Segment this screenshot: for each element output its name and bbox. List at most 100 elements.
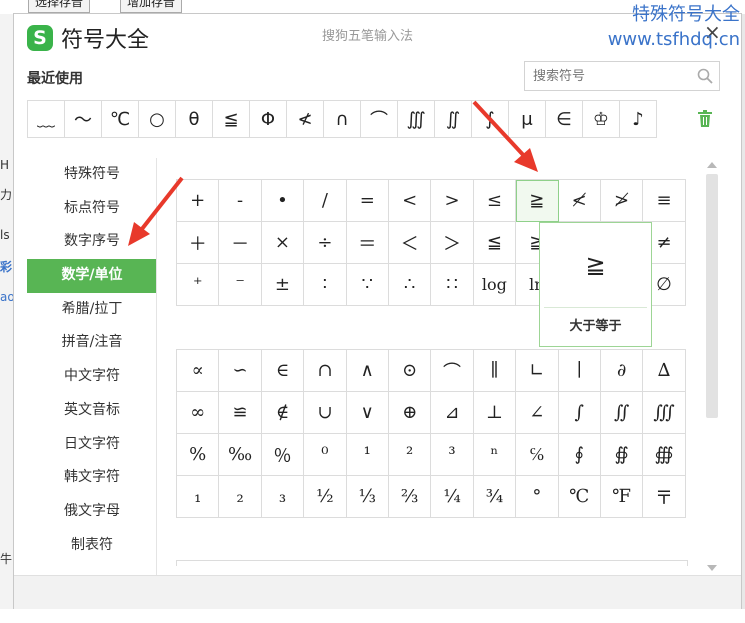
symbol-cell[interactable]: ₁ <box>177 476 220 518</box>
symbol-cell[interactable]: / <box>304 180 347 222</box>
search-icon[interactable] <box>697 68 713 84</box>
symbol-cell[interactable]: ⁻ <box>219 264 262 306</box>
symbol-cell[interactable]: • <box>261 180 305 222</box>
symbol-cell[interactable]: ⌒ <box>431 350 474 392</box>
symbol-cell[interactable]: ² <box>388 434 432 476</box>
symbol-cell[interactable]: ≯ <box>600 180 644 222</box>
background-button-1[interactable]: 选择存音 <box>28 0 91 13</box>
symbol-cell[interactable]: ≦ <box>473 222 517 264</box>
recent-symbol-cell[interactable]: ℃ <box>101 100 139 138</box>
symbol-cell[interactable]: ₂ <box>219 476 262 518</box>
symbol-cell[interactable]: ∽ <box>219 350 262 392</box>
recent-symbol-cell[interactable]: ⌒ <box>360 100 398 138</box>
symbol-cell[interactable]: ± <box>261 264 305 306</box>
symbol-cell[interactable]: ∮ <box>558 434 601 476</box>
symbol-cell[interactable]: ∥ <box>473 350 517 392</box>
symbol-cell[interactable]: － <box>219 222 262 264</box>
category-item[interactable]: 制表符 <box>27 529 157 563</box>
symbol-cell[interactable]: ‰ <box>219 434 262 476</box>
symbol-cell[interactable]: ∈ <box>261 350 305 392</box>
symbol-cell[interactable]: ∫ <box>558 392 601 434</box>
symbol-cell[interactable]: ≌ <box>219 392 262 434</box>
symbol-cell[interactable]: ∬ <box>600 392 644 434</box>
symbol-cell[interactable]: ½ <box>304 476 347 518</box>
category-item[interactable]: 韩文字符 <box>27 461 157 495</box>
symbol-cell[interactable]: ¼ <box>431 476 474 518</box>
symbol-cell[interactable]: % <box>177 434 220 476</box>
symbol-cell[interactable]: ⅓ <box>346 476 389 518</box>
symbol-cell[interactable]: < <box>388 180 432 222</box>
symbol-cell[interactable]: ∠ <box>516 392 559 434</box>
symbol-cell[interactable]: × <box>261 222 305 264</box>
search-box[interactable] <box>524 61 720 91</box>
symbol-cell[interactable]: ⁰ <box>304 434 347 476</box>
symbol-cell[interactable]: ÷ <box>304 222 347 264</box>
recent-symbol-cell[interactable]: ○ <box>138 100 176 138</box>
symbol-cell[interactable]: ℅ <box>516 434 559 476</box>
symbol-cell[interactable]: ＞ <box>431 222 474 264</box>
category-item[interactable]: 数学/单位 <box>27 259 157 293</box>
symbol-cell[interactable]: - <box>219 180 262 222</box>
symbol-cell[interactable]: ⊿ <box>431 392 474 434</box>
recent-symbol-cell[interactable]: ♪ <box>619 100 657 138</box>
category-item[interactable]: 英文音标 <box>27 394 157 428</box>
symbol-cell[interactable]: ∞ <box>177 392 220 434</box>
symbol-cell[interactable]: ∭ <box>643 392 686 434</box>
symbol-cell[interactable]: ⅔ <box>388 476 432 518</box>
recent-symbol-cell[interactable]: ♔ <box>582 100 620 138</box>
symbol-cell[interactable]: ∶ <box>304 264 347 306</box>
symbol-cell[interactable]: ℃ <box>558 476 601 518</box>
symbol-cell[interactable]: ∩ <box>304 350 347 392</box>
recent-symbol-cell[interactable]: θ <box>175 100 213 138</box>
symbol-cell[interactable]: ∨ <box>346 392 389 434</box>
symbol-cell[interactable]: ∰ <box>643 434 686 476</box>
symbol-cell[interactable]: log <box>473 264 517 306</box>
symbol-cell[interactable]: ∧ <box>346 350 389 392</box>
symbol-cell[interactable]: ³ <box>431 434 474 476</box>
symbol-cell[interactable]: ≤ <box>473 180 517 222</box>
symbol-cell[interactable]: ⊙ <box>388 350 432 392</box>
symbol-cell[interactable]: ≡ <box>643 180 686 222</box>
symbol-cell[interactable]: ¹ <box>346 434 389 476</box>
category-item[interactable]: 拼音/注音 <box>27 326 157 360</box>
symbol-cell[interactable]: ¾ <box>473 476 517 518</box>
recent-symbol-cell[interactable]: ∩ <box>323 100 361 138</box>
category-item[interactable]: 希腊/拉丁 <box>27 293 157 327</box>
symbol-cell[interactable]: ⊕ <box>388 392 432 434</box>
symbol-cell[interactable]: ∯ <box>600 434 644 476</box>
symbol-cell[interactable]: ° <box>516 476 559 518</box>
recent-symbol-cell[interactable]: ∭ <box>397 100 435 138</box>
symbol-cell[interactable]: ＜ <box>388 222 432 264</box>
category-item[interactable]: 日文字符 <box>27 428 157 462</box>
category-item[interactable]: 俄文字母 <box>27 495 157 529</box>
symbol-cell[interactable]: ∣ <box>558 350 601 392</box>
symbol-cell[interactable]: ₃ <box>261 476 305 518</box>
scroll-up-arrow-icon[interactable] <box>707 162 717 168</box>
recent-symbol-cell[interactable]: ∈ <box>545 100 583 138</box>
scrollbar-thumb[interactable] <box>706 174 718 418</box>
scrollbar[interactable] <box>704 162 720 574</box>
symbol-cell[interactable]: ∟ <box>516 350 559 392</box>
scroll-down-arrow-icon[interactable] <box>707 565 717 571</box>
recent-symbol-cell[interactable]: ≮ <box>286 100 324 138</box>
symbol-cell[interactable]: ∉ <box>261 392 305 434</box>
category-item[interactable]: 中文字符 <box>27 360 157 394</box>
recent-symbol-cell[interactable]: ～ <box>64 100 102 138</box>
symbol-cell[interactable]: ∵ <box>346 264 389 306</box>
symbol-cell[interactable]: ∆ <box>643 350 686 392</box>
symbol-cell[interactable]: 〒 <box>643 476 686 518</box>
symbol-cell[interactable]: > <box>431 180 474 222</box>
symbol-cell[interactable]: ⁺ <box>177 264 220 306</box>
background-button-2[interactable]: 增加存音 <box>120 0 183 13</box>
symbol-cell[interactable]: ∪ <box>304 392 347 434</box>
symbol-cell[interactable]: ∴ <box>388 264 432 306</box>
symbol-cell[interactable]: ∷ <box>431 264 474 306</box>
symbol-cell[interactable]: ∂ <box>600 350 644 392</box>
symbol-cell[interactable]: ％ <box>261 434 305 476</box>
recent-symbol-cell[interactable]: ≦ <box>212 100 250 138</box>
trash-icon[interactable] <box>697 110 713 128</box>
symbol-cell[interactable]: ⊥ <box>473 392 517 434</box>
recent-symbol-cell[interactable]: ﹏ <box>27 100 65 138</box>
symbol-cell[interactable]: = <box>346 180 389 222</box>
symbol-cell[interactable]: ∝ <box>177 350 220 392</box>
